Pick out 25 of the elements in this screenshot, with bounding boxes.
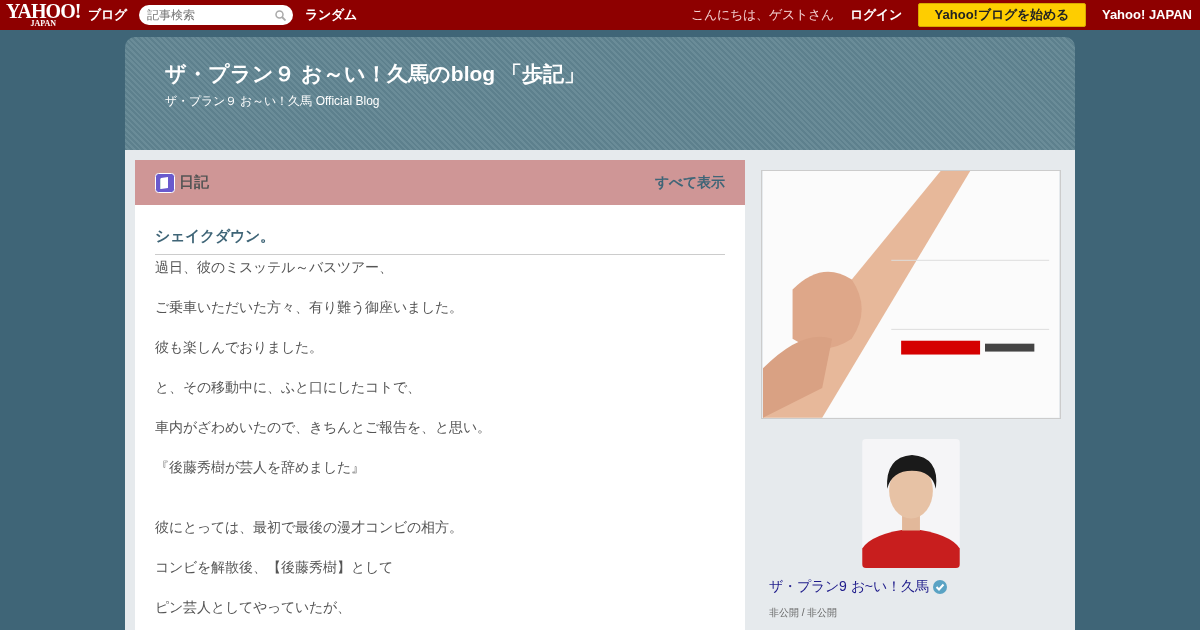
start-blog-button[interactable]: Yahoo!ブログを始める [917,3,1086,27]
article-paragraph: 彼も楽しんでおりました。 [155,337,324,357]
article-paragraph: 彼にとっては、最初で最後の漫才コンビの相方。 [155,517,464,537]
notebook-icon [155,172,175,193]
category-name: 日記 [179,172,209,193]
greeting-text: こんにちは、ゲストさん [690,6,834,25]
search-icon[interactable] [275,10,287,21]
random-link[interactable]: ランダム [305,5,358,25]
article-title[interactable]: シェイクダウン。 [155,225,725,255]
article-paragraph: と、その移動中に、ふと口にしたコトで、 [155,377,422,397]
article-paragraph: ピン芸人としてやっていたが、 [155,597,352,617]
blog-subtitle: ザ・プラン９ お～い！久馬 Official Blog [165,93,381,111]
login-link[interactable]: ログイン [849,5,902,25]
article-paragraph: 車内がざわめいたので、きちんとご報告を、と思い。 [155,417,492,437]
profile-name[interactable]: ザ・プラン9 お~い！久馬 [769,576,929,597]
blog-title[interactable]: ザ・プラン９ お～い！久馬のblog 「歩記」 [165,61,1035,87]
yahoo-japan-link[interactable]: Yahoo! JAPAN [1101,5,1192,25]
article-paragraph: ご乗車いただいた方々、有り難う御座いました。 [155,297,464,317]
profile-info: 非公開 / 非公開 [769,606,838,620]
article-paragraph: 過日、彼のミスッテル～バスツアー、 [155,257,394,277]
service-name: ブログ [88,6,128,25]
article-paragraph: コンビを解散後、【後藤秀樹】として [155,557,394,577]
article-paragraph: 『後藤秀樹が芸人を辞めました』 [155,457,366,477]
yahoo-logo[interactable]: YAHOO! JAPAN [6,2,81,28]
search-field[interactable]: 記事検索 [139,5,294,25]
